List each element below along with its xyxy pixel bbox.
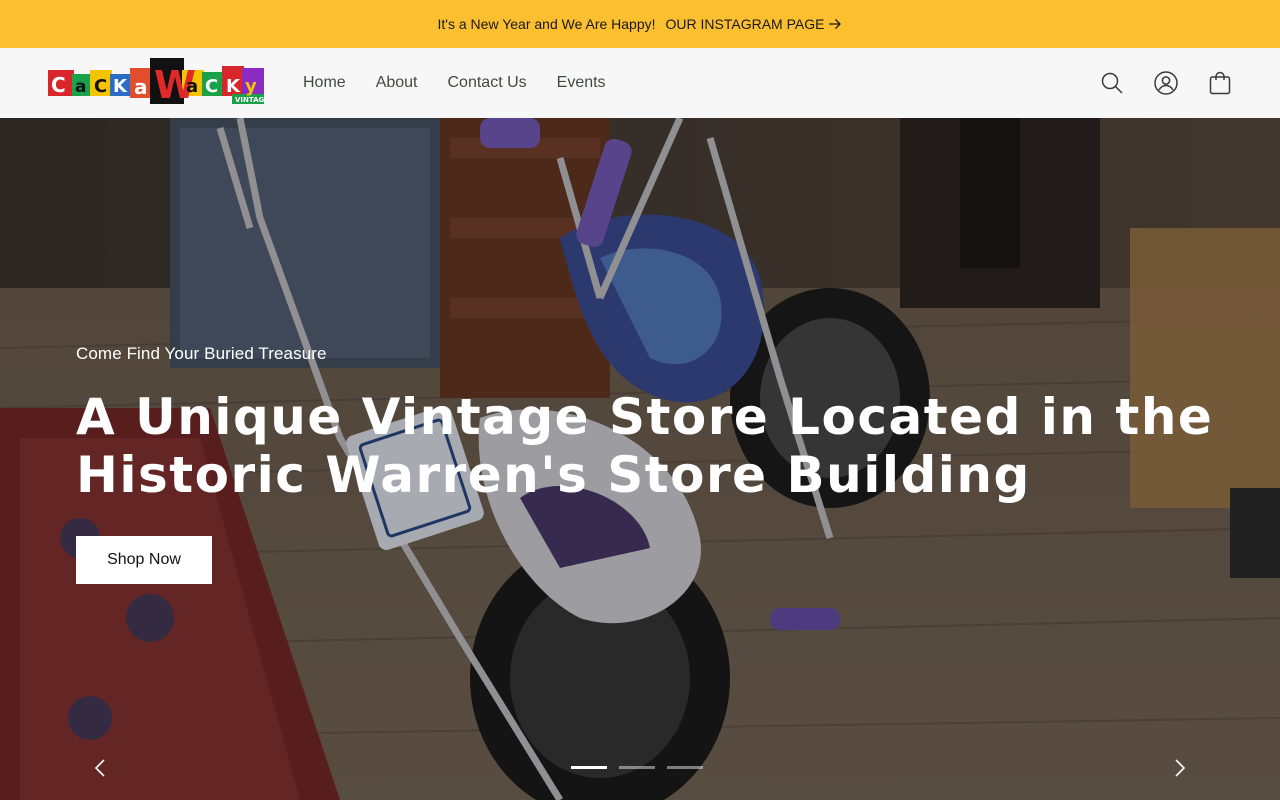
next-slide-arrow-icon[interactable] — [1168, 756, 1192, 780]
nav-contact-us[interactable]: Contact Us — [448, 74, 527, 92]
slide-indicators — [571, 766, 715, 769]
svg-text:a: a — [134, 75, 148, 99]
shop-now-button[interactable]: Shop Now — [76, 536, 212, 584]
instagram-link[interactable]: OUR INSTAGRAM PAGE — [666, 16, 843, 32]
svg-text:a: a — [75, 77, 86, 97]
cart-icon[interactable] — [1208, 71, 1232, 95]
slide-dot-3[interactable] — [667, 766, 703, 769]
hero-slideshow: Come Find Your Buried Treasure A Unique … — [0, 118, 1280, 800]
svg-text:y: y — [245, 76, 257, 97]
svg-text:C: C — [94, 76, 107, 97]
store-logo[interactable]: C a C K a W a C K y VINTAGE — [48, 56, 269, 108]
account-icon[interactable] — [1154, 71, 1178, 95]
nav-about[interactable]: About — [376, 74, 418, 92]
svg-text:a: a — [186, 76, 198, 97]
slide-dot-1[interactable] — [571, 766, 607, 769]
hero-kicker: Come Find Your Buried Treasure — [76, 344, 327, 363]
svg-text:C: C — [51, 73, 66, 97]
svg-text:K: K — [226, 76, 241, 97]
search-icon[interactable] — [1100, 71, 1124, 95]
svg-text:VINTAGE: VINTAGE — [235, 96, 264, 104]
main-nav: Home About Contact Us Events — [303, 48, 636, 118]
previous-slide-arrow-icon[interactable] — [88, 756, 112, 780]
announcement-bar: It's a New Year and We Are Happy! OUR IN… — [0, 0, 1280, 48]
svg-text:C: C — [205, 76, 218, 97]
arrow-right-icon — [829, 19, 842, 29]
nav-home[interactable]: Home — [303, 74, 346, 92]
nav-events[interactable]: Events — [557, 74, 606, 92]
announcement-message: It's a New Year and We Are Happy! — [437, 16, 656, 32]
hero-headline: A Unique Vintage Store Located in the Hi… — [76, 388, 1214, 504]
svg-text:K: K — [113, 76, 128, 97]
site-header: C a C K a W a C K y VINTAGE Home About C… — [0, 48, 1280, 118]
instagram-link-label: OUR INSTAGRAM PAGE — [665, 16, 825, 32]
header-actions — [1070, 48, 1232, 118]
slide-dot-2[interactable] — [619, 766, 655, 769]
